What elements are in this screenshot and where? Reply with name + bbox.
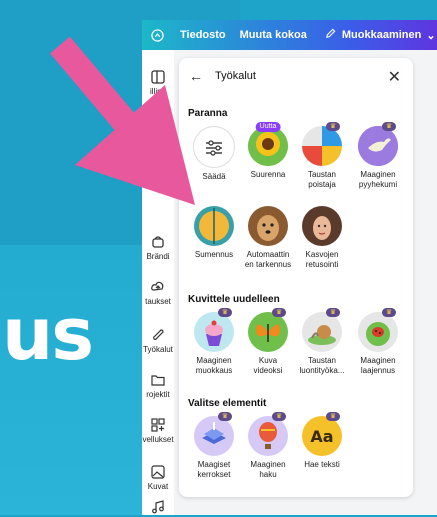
back-arrow-icon[interactable]: ←: [189, 68, 203, 84]
svg-text:Aa: Aa: [310, 427, 333, 446]
tool-bg-generator[interactable]: ♛ Taustan luontityöka...: [293, 308, 351, 376]
tool-autofocus[interactable]: Automaattin en tarkennus: [239, 206, 297, 270]
left-rail: illipo Brändi taukset Työkalut rojektit …: [142, 50, 174, 515]
overlay-text: us: [2, 292, 94, 376]
edit-menu[interactable]: Muokkaaminen ⌄: [342, 29, 436, 42]
panel-title: Työkalut: [215, 70, 256, 82]
tool-label: Maaginen haku: [250, 460, 286, 479]
rail-item-photos[interactable]: Kuvat: [142, 465, 174, 491]
dog-icon: [248, 206, 288, 246]
blur-icon: [194, 206, 234, 246]
tool-label: Kasvojen retusointi: [305, 250, 339, 269]
balloon-icon: ♛: [248, 412, 288, 456]
beach-ball-icon: ♛: [302, 122, 342, 166]
tool-face-retouch[interactable]: Kasvojen retusointi: [293, 206, 351, 270]
tool-label: Taustan poistaja: [307, 170, 337, 189]
tool-blur[interactable]: Sumennus: [185, 206, 243, 260]
rail-label: rojektit: [146, 390, 170, 399]
tool-magic-expand[interactable]: ♛ Maaginen laajennus: [349, 308, 407, 376]
tool-label: Maagiset kerrokset: [197, 460, 231, 479]
tool-label: Maaginen laajennus: [360, 356, 396, 375]
rail-item-audio[interactable]: [142, 500, 174, 517]
crown-icon: ♛: [326, 412, 340, 421]
close-icon[interactable]: ✕: [388, 67, 401, 87]
layout-icon: [151, 70, 165, 84]
crown-icon: ♛: [326, 122, 340, 131]
top-bar: Tiedosto Muuta kokoa Muokkaaminen ⌄: [142, 20, 437, 50]
rail-label: Brändi: [146, 252, 170, 261]
tool-label: Kuva videoksi: [253, 356, 283, 375]
rail-item-brand[interactable]: Brändi: [142, 235, 174, 261]
crown-icon: ♛: [272, 308, 286, 317]
tool-label: Maaginen pyyhekumi: [358, 170, 398, 189]
rail-item-apps[interactable]: vellukset: [142, 418, 174, 444]
folder-icon: [151, 375, 165, 386]
home-icon[interactable]: [148, 26, 166, 44]
butterfly-icon: ♛: [248, 308, 288, 352]
tool-adjust[interactable]: Säädä: [185, 126, 243, 182]
crown-icon: ♛: [218, 412, 232, 421]
rail-item-layout[interactable]: illipo: [142, 70, 174, 96]
tool-magic-eraser[interactable]: ♛ Maaginen pyyhekumi: [349, 122, 407, 190]
cupcake-icon: ♛: [194, 308, 234, 352]
upload-icon: [151, 281, 164, 291]
image-icon: [151, 465, 165, 479]
rail-item-tools[interactable]: Työkalut: [142, 328, 174, 354]
tool-label: Hae teksti: [304, 460, 340, 469]
tool-magic-grab[interactable]: ♛ Maaginen haku: [239, 412, 297, 480]
apps-icon: [151, 418, 165, 432]
tool-magic-edit[interactable]: ♛ Maaginen muokkaus: [185, 308, 243, 376]
snail-icon: ♛: [302, 308, 342, 352]
rail-item-projects[interactable]: rojektit: [142, 373, 174, 399]
edit-menu-label: Muokkaaminen: [341, 29, 422, 41]
rail-label: illipo: [149, 87, 166, 96]
tool-label: Maaginen muokkaus: [195, 356, 233, 375]
tool-bg-remover[interactable]: ♛ Taustan poistaja: [293, 122, 351, 190]
crown-icon: ♛: [382, 308, 396, 317]
crown-icon: ♛: [218, 308, 232, 317]
tools-icon: [153, 329, 164, 340]
panel-header: ← Työkalut ✕: [179, 58, 413, 96]
tool-label: Taustan luontityöka...: [299, 356, 345, 375]
rail-label: Työkalut: [143, 345, 173, 354]
tool-label: Sumennus: [194, 250, 234, 259]
resize-menu[interactable]: Muuta kokoa: [240, 29, 307, 41]
music-icon: [152, 500, 164, 514]
rail-label: vellukset: [142, 435, 174, 444]
brand-icon: [152, 236, 164, 248]
crown-icon: ♛: [326, 308, 340, 317]
tool-label: Suurenna: [250, 170, 286, 179]
rail-item-uploads[interactable]: taukset: [142, 280, 174, 306]
tool-label: Automaattin en tarkennus: [244, 250, 292, 269]
ladybug-icon: ♛: [358, 308, 398, 352]
text-aa-icon: Aa ♛: [302, 412, 342, 456]
sliders-icon: [193, 126, 235, 168]
section-title: Valitse elementit: [188, 398, 267, 409]
rail-label: taukset: [145, 297, 171, 306]
tool-grab-text[interactable]: Aa ♛ Hae teksti: [293, 412, 351, 470]
bird-icon: ♛: [358, 122, 398, 166]
pencil-icon: [325, 28, 336, 42]
crown-icon: ♛: [272, 412, 286, 421]
tool-photo-to-video[interactable]: ♛ Kuva videoksi: [239, 308, 297, 376]
crown-icon: ♛: [382, 122, 396, 131]
tool-label: Säädä: [202, 172, 226, 181]
rail-label: Kuvat: [147, 482, 169, 491]
tools-panel: ← Työkalut ✕ Paranna Säädä Uutta Suurenn…: [179, 58, 413, 497]
file-menu[interactable]: Tiedosto: [180, 29, 226, 41]
section-title: Paranna: [188, 108, 228, 119]
new-badge: Uutta: [255, 122, 281, 132]
face-icon: [302, 206, 342, 246]
sunflower-icon: Uutta: [248, 122, 288, 166]
tool-upscale[interactable]: Uutta Suurenna: [239, 122, 297, 180]
section-title: Kuvittele uudelleen: [188, 294, 280, 305]
tool-magic-layers[interactable]: ♛ Maagiset kerrokset: [185, 412, 243, 480]
layers-icon: ♛: [194, 412, 234, 456]
chevron-down-icon: ⌄: [426, 29, 436, 42]
